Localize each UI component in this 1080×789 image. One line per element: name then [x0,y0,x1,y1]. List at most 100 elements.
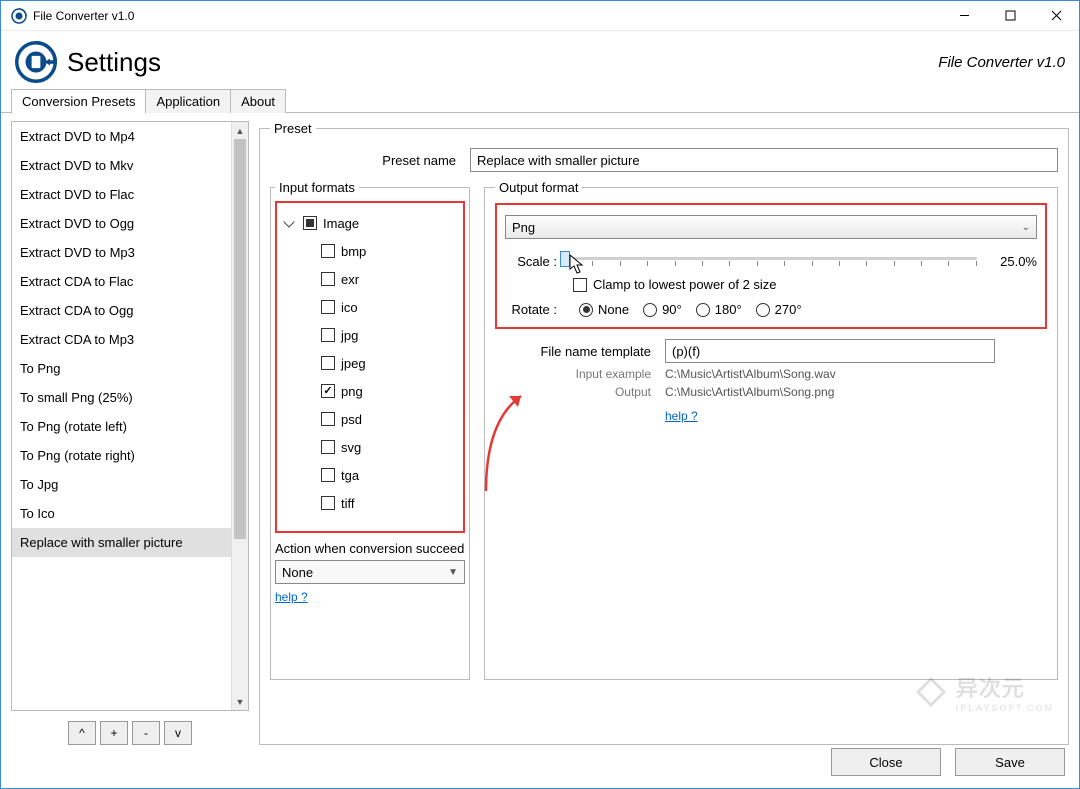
format-item-svg[interactable]: svg [283,433,457,461]
format-label: svg [341,440,361,455]
checkbox-jpeg[interactable] [321,356,335,370]
format-item-psd[interactable]: psd [283,405,457,433]
rotate-180-radio[interactable] [696,303,710,317]
close-button[interactable]: Close [831,748,941,776]
input-formats-legend: Input formats [275,180,359,195]
scroll-down-icon[interactable]: ▼ [232,693,248,710]
rotate-none-radio[interactable] [579,303,593,317]
scroll-up-icon[interactable]: ▲ [232,122,248,139]
checkbox-ico[interactable] [321,300,335,314]
input-formats-col: Input formats Image bmp exr ico jpg jpeg png p… [270,180,470,680]
remove-preset-button[interactable]: - [132,721,160,745]
maximize-button[interactable] [987,1,1033,31]
preset-item[interactable]: To small Png (25%) [12,383,231,412]
save-button[interactable]: Save [955,748,1065,776]
titlebar: File Converter v1.0 [1,1,1079,31]
format-label: png [341,384,363,399]
output-help-link[interactable]: help ? [665,409,698,423]
preset-item[interactable]: To Jpg [12,470,231,499]
checkbox-tga[interactable] [321,468,335,482]
preset-item[interactable]: Extract DVD to Mkv [12,151,231,180]
output-format-combo[interactable]: Png ⌄ [505,215,1037,239]
scale-value: 25.0% [977,254,1037,269]
preset-item[interactable]: Extract CDA to Mp3 [12,325,231,354]
action-label: Action when conversion succeed [275,541,465,556]
move-down-button[interactable]: v [164,721,192,745]
checkbox-bmp[interactable] [321,244,335,258]
preset-item[interactable]: To Png (rotate right) [12,441,231,470]
preset-item[interactable]: Extract CDA to Flac [12,267,231,296]
action-combo-value: None [282,565,313,580]
tree-root-image[interactable]: Image [283,209,457,237]
format-item-jpg[interactable]: jpg [283,321,457,349]
preset-item[interactable]: Extract DVD to Ogg [12,209,231,238]
input-example-label: Input example [495,367,665,381]
format-item-tiff[interactable]: tiff [283,489,457,517]
checkbox-jpg[interactable] [321,328,335,342]
output-format-value: Png [512,220,535,235]
preset-item[interactable]: Extract DVD to Mp4 [12,122,231,151]
expander-icon[interactable] [283,216,294,227]
format-item-tga[interactable]: tga [283,461,457,489]
scale-slider[interactable] [565,249,977,273]
tab-application[interactable]: Application [145,89,231,113]
format-item-exr[interactable]: exr [283,265,457,293]
output-format-fieldset: Output format Png ⌄ Scale : [484,180,1058,680]
tab-about[interactable]: About [230,89,286,113]
input-example-value: C:\Music\Artist\Album\Song.wav [665,367,836,381]
format-label: ico [341,300,358,315]
checkbox-image-root[interactable] [303,216,317,230]
format-item-jpeg[interactable]: jpeg [283,349,457,377]
preset-item[interactable]: Replace with smaller picture [12,528,231,557]
slider-thumb[interactable] [560,251,570,267]
header-version: File Converter v1.0 [938,54,1065,71]
tab-conversion-presets[interactable]: Conversion Presets [11,89,146,114]
scroll-thumb[interactable] [234,139,246,539]
rotate-270-radio[interactable] [756,303,770,317]
tabs: Conversion Presets Application About [1,89,1079,113]
preset-item[interactable]: To Png (rotate left) [12,412,231,441]
filename-template-input[interactable] [665,339,995,363]
rotate-90-label: 90° [662,302,682,317]
format-label: psd [341,412,362,427]
page-header: Settings File Converter v1.0 [1,31,1079,89]
format-item-bmp[interactable]: bmp [283,237,457,265]
close-window-button[interactable] [1033,1,1079,31]
input-help-link[interactable]: help ? [275,590,308,604]
rotate-180-label: 180° [715,302,742,317]
input-formats-fieldset: Input formats Image bmp exr ico jpg jpeg png p… [270,180,470,680]
add-preset-button[interactable]: + [100,721,128,745]
checkbox-tiff[interactable] [321,496,335,510]
action-combo[interactable]: None ▼ [275,560,465,584]
checkbox-png[interactable] [321,384,335,398]
preset-item[interactable]: Extract DVD to Mp3 [12,238,231,267]
format-label: tiff [341,496,355,511]
preset-item[interactable]: To Png [12,354,231,383]
format-item-ico[interactable]: ico [283,293,457,321]
checkbox-svg[interactable] [321,440,335,454]
preset-item[interactable]: To Ico [12,499,231,528]
clamp-row: Clamp to lowest power of 2 size [573,277,1037,292]
clamp-label: Clamp to lowest power of 2 size [593,277,777,292]
preset-scrollbar[interactable]: ▲ ▼ [231,122,248,710]
scale-row: Scale : 25.0% [505,249,1037,273]
move-up-button[interactable]: ^ [68,721,96,745]
rotate-90-radio[interactable] [643,303,657,317]
preset-name-label: Preset name [270,153,470,168]
checkbox-exr[interactable] [321,272,335,286]
preset-move-buttons: ^ + - v [11,721,249,745]
output-format-legend: Output format [495,180,582,195]
preset-name-input[interactable] [470,148,1058,172]
format-item-png[interactable]: png [283,377,457,405]
minimize-button[interactable] [941,1,987,31]
preset-list[interactable]: Extract DVD to Mp4Extract DVD to MkvExtr… [11,121,249,711]
preset-item[interactable]: Extract DVD to Flac [12,180,231,209]
format-label: bmp [341,244,366,259]
clamp-checkbox[interactable] [573,278,587,292]
checkbox-psd[interactable] [321,412,335,426]
chevron-down-icon: ⌄ [1022,222,1030,233]
preset-fieldset: Preset Preset name Input formats [259,121,1069,745]
preset-item[interactable]: Extract CDA to Ogg [12,296,231,325]
format-label: exr [341,272,359,287]
format-label: jpg [341,328,358,343]
